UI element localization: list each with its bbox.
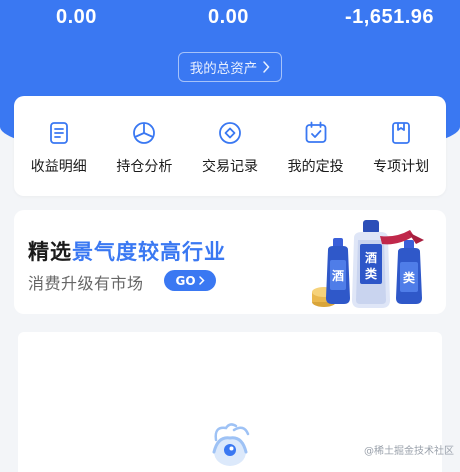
go-label: GO [175,273,196,288]
menu-item-special-plan[interactable]: 专项计划 [358,96,444,196]
promo-banner[interactable]: 精选景气度较高行业 消费升级有市场 GO 酒 类 酒 类 [14,210,446,314]
liquor-bottles-illustration: 酒 类 酒 类 [312,220,424,308]
bottle-label-right: 类 [403,270,416,285]
pie-chart-icon [133,122,156,144]
menu-item-earnings[interactable]: 收益明细 [16,96,102,196]
bottle-label-center-2: 类 [365,266,378,281]
menu-item-holdings[interactable]: 持仓分析 [102,96,188,196]
menu-item-auto-invest[interactable]: 我的定投 [273,96,359,196]
calendar-check-icon [305,121,326,143]
mascot-icon [212,423,250,466]
stats-row: 0.00 0.00 -1,651.96 [0,6,460,36]
stat-value-3[interactable]: -1,651.96 [345,6,434,29]
total-assets-button[interactable]: 我的总资产 [178,52,282,82]
menu-label: 我的定投 [287,159,344,175]
menu-label: 持仓分析 [116,159,173,175]
stat-value-1[interactable]: 0.00 [56,6,97,29]
banner-title-prefix: 精选 [28,240,72,264]
diamond-circle-icon [219,122,241,144]
chevron-right-icon [198,276,205,285]
bookmark-icon [392,122,411,144]
banner-subtitle: 消费升级有市场 [28,274,144,293]
menu-item-transactions[interactable]: 交易记录 [187,96,273,196]
banner-title-highlight: 景气度较高行业 [72,240,226,264]
banner-title: 精选景气度较高行业 [28,236,226,266]
quick-menu: 收益明细 持仓分析 交易记录 我的定投 专项计划 [14,96,446,196]
menu-label: 收益明细 [30,159,87,175]
menu-label: 专项计划 [373,159,430,175]
menu-label: 交易记录 [201,159,258,175]
stat-value-2[interactable]: 0.00 [208,6,249,29]
bottle-label-left: 酒 [332,269,344,283]
total-assets-label: 我的总资产 [189,61,258,77]
watermark: @稀土掘金技术社区 [364,446,454,457]
bottle-label-center-1: 酒 [365,251,377,265]
chevron-right-icon [263,61,270,73]
document-icon [49,122,68,144]
go-button[interactable]: GO [164,270,216,291]
